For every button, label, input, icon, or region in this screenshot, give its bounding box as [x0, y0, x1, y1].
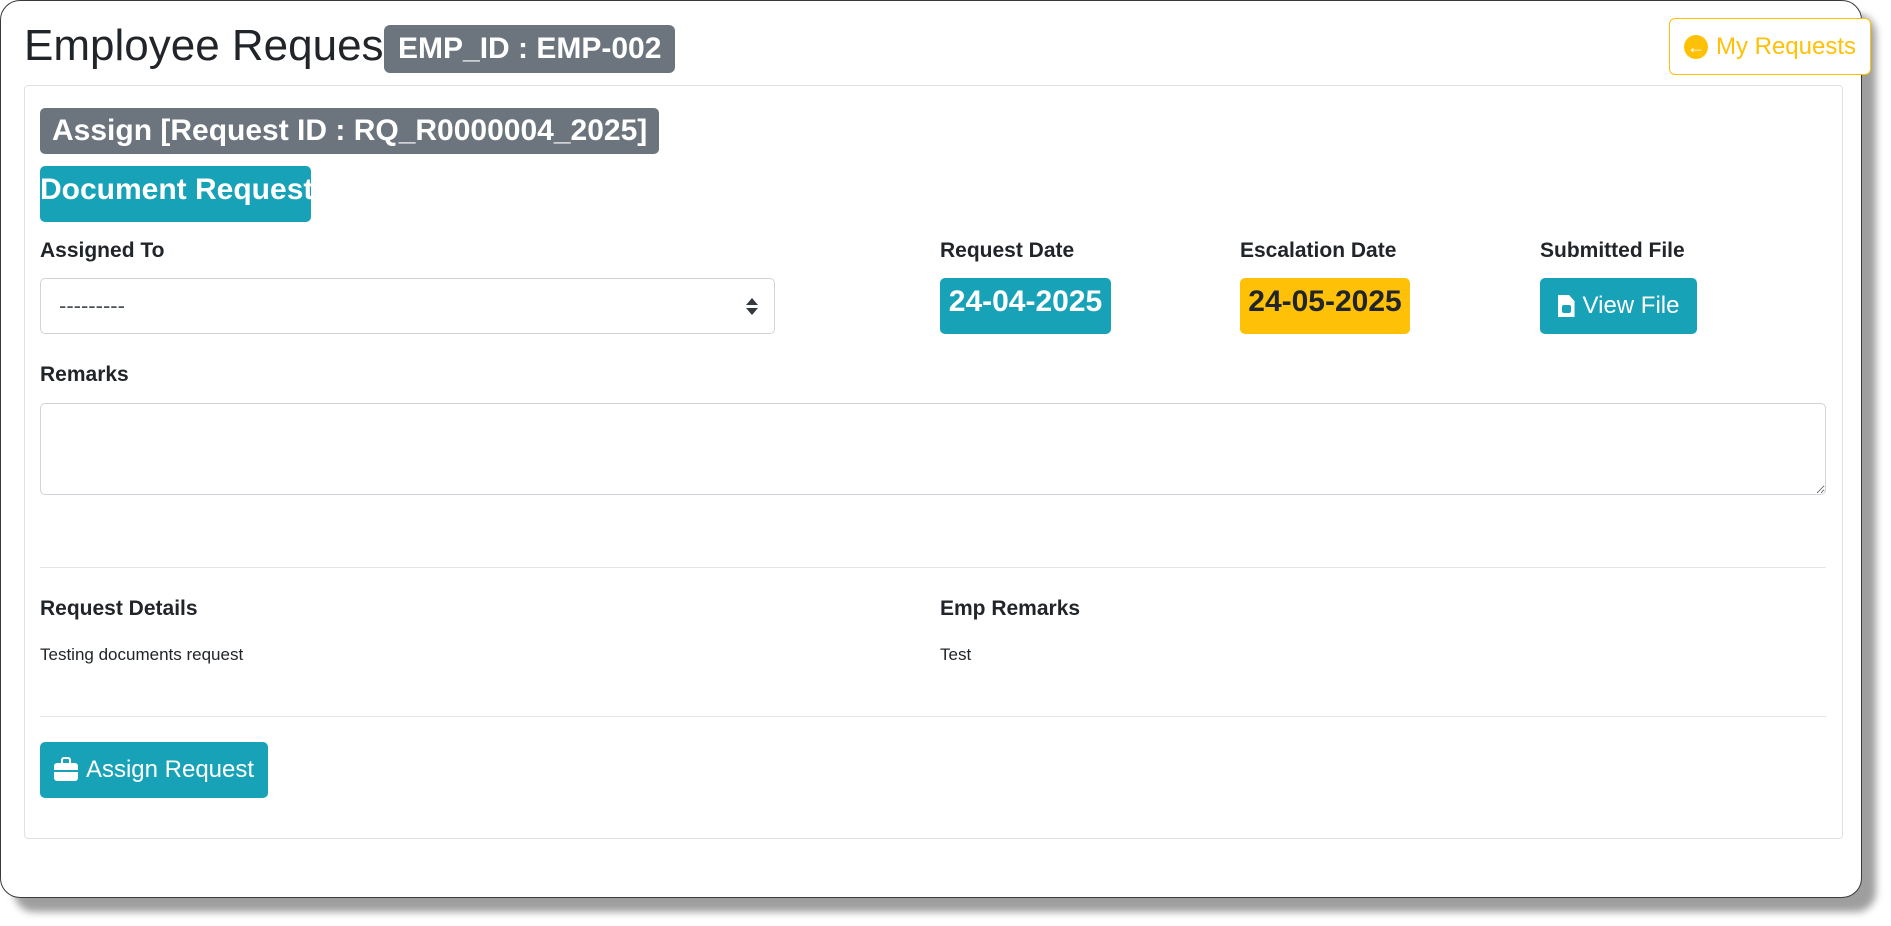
request-details-value: Testing documents request — [40, 645, 244, 664]
view-file-label: View File — [1582, 292, 1680, 319]
assigned-to-label: Assigned To — [40, 239, 165, 262]
assigned-to-value: --------- — [59, 293, 125, 318]
my-requests-label: My Requests — [1715, 32, 1857, 60]
request-date-badge: 24-04-2025 — [940, 278, 1111, 334]
remarks-textarea[interactable] — [40, 403, 1826, 495]
emp-remarks-value: Test — [940, 645, 972, 664]
request-date-label: Request Date — [940, 239, 1075, 262]
emp-remarks-label: Emp Remarks — [940, 597, 1081, 620]
submitted-file-label: Submitted File — [1540, 239, 1685, 262]
view-file-button[interactable]: View File — [1540, 278, 1697, 334]
sort-icon — [746, 297, 758, 315]
arrow-circle-left-icon: ← — [1683, 34, 1708, 59]
assign-request-button[interactable]: Assign Request — [40, 742, 268, 798]
divider — [40, 567, 1826, 568]
escalation-date-label: Escalation Date — [1240, 239, 1397, 262]
divider — [40, 716, 1826, 717]
emp-id-badge: EMP_ID : EMP-002 — [384, 25, 676, 73]
remarks-label: Remarks — [40, 363, 129, 386]
my-requests-button[interactable]: ← My Requests — [1669, 18, 1871, 75]
assign-request-heading: Assign [Request ID : RQ_R0000004_2025] — [40, 108, 660, 154]
assign-request-label: Assign Request — [85, 756, 255, 783]
file-pdf-icon — [1557, 295, 1575, 317]
page-title: Employee Request — [24, 21, 396, 70]
request-type-badge: Document Request — [40, 166, 313, 222]
request-details-label: Request Details — [40, 597, 198, 620]
escalation-date-badge: 24-05-2025 — [1240, 278, 1410, 334]
briefcase-icon — [53, 757, 78, 781]
assigned-to-select[interactable]: --------- — [40, 278, 775, 334]
